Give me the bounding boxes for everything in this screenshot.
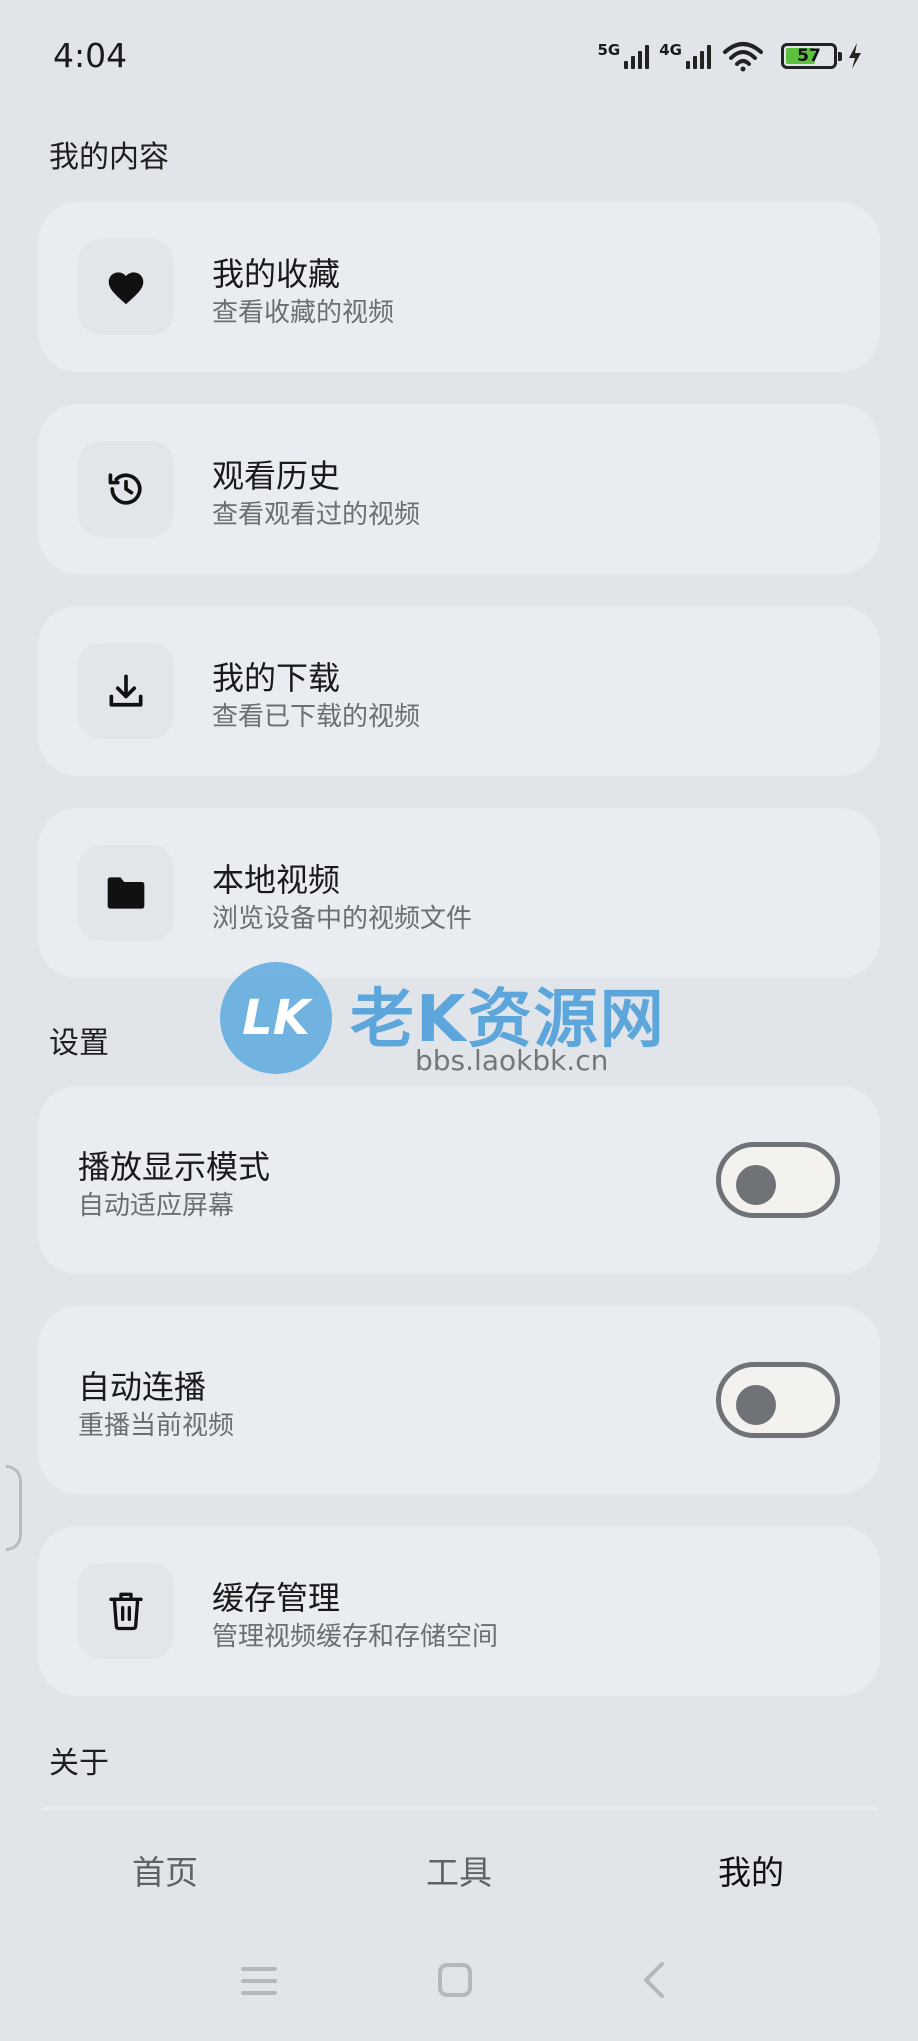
signal-bars-icon xyxy=(686,43,711,69)
display-mode-toggle[interactable] xyxy=(716,1142,840,1218)
autoplay-title: 自动连播 xyxy=(78,1368,207,1406)
autoplay-subtitle: 重播当前视频 xyxy=(78,1411,235,1441)
signal-5g: 5G xyxy=(598,43,650,69)
toggle-knob xyxy=(736,1385,776,1425)
favorites-icon-box xyxy=(78,239,174,335)
display-mode-title: 播放显示模式 xyxy=(78,1148,271,1186)
cache-title: 缓存管理 xyxy=(212,1579,341,1617)
system-nav-bar xyxy=(0,1930,918,2041)
profile-page: 4:04 5G 4G 57 我的内容 我的收藏 查看收藏的视频 观看历史 查看观… xyxy=(0,0,918,2041)
history-card[interactable]: 观看历史 查看观看过的视频 xyxy=(38,404,880,574)
display-mode-card: 播放显示模式 自动适应屏幕 xyxy=(38,1086,880,1274)
signal-bars-icon xyxy=(624,43,650,69)
charging-icon xyxy=(849,43,861,69)
downloads-card[interactable]: 我的下载 查看已下载的视频 xyxy=(38,606,880,776)
nav-tools[interactable]: 工具 xyxy=(306,1810,612,1930)
bottom-nav: 首页 工具 我的 xyxy=(0,1810,918,1930)
local-videos-icon-box xyxy=(78,845,174,941)
battery-icon: 57 xyxy=(781,43,842,69)
autoplay-card: 自动连播 重播当前视频 xyxy=(38,1306,880,1494)
cache-subtitle: 管理视频缓存和存储空间 xyxy=(212,1622,499,1652)
edge-gesture-handle[interactable] xyxy=(6,1465,22,1551)
cache-icon-box xyxy=(78,1563,174,1659)
status-bar: 4:04 5G 4G 57 xyxy=(0,0,918,110)
local-videos-card[interactable]: 本地视频 浏览设备中的视频文件 xyxy=(38,808,880,978)
nav-home[interactable]: 首页 xyxy=(12,1810,318,1930)
watermark-logo: LK xyxy=(220,962,332,1074)
history-icon-box xyxy=(78,441,174,537)
downloads-subtitle: 查看已下载的视频 xyxy=(212,702,421,732)
battery-level: 57 xyxy=(797,46,821,66)
wifi-icon xyxy=(723,42,763,72)
network-label-5g: 5G xyxy=(597,41,621,59)
favorites-title: 我的收藏 xyxy=(212,255,341,293)
download-icon xyxy=(109,674,143,707)
autoplay-toggle[interactable] xyxy=(716,1362,840,1438)
downloads-icon-box xyxy=(78,643,174,739)
folder-icon xyxy=(107,877,145,909)
menu-icon[interactable] xyxy=(240,1960,278,2002)
home-square-icon[interactable] xyxy=(436,1960,474,2002)
favorites-subtitle: 查看收藏的视频 xyxy=(212,298,395,328)
section-title-about: 关于 xyxy=(49,1746,109,1781)
back-icon[interactable] xyxy=(636,1960,674,2002)
toggle-knob xyxy=(736,1165,776,1205)
network-label-4g: 4G xyxy=(659,41,682,59)
watermark-title: 老K资源网 xyxy=(350,983,666,1057)
local-videos-title: 本地视频 xyxy=(212,861,341,899)
signal-4g: 4G xyxy=(659,43,711,69)
favorites-card[interactable]: 我的收藏 查看收藏的视频 xyxy=(38,202,880,372)
heart-icon xyxy=(108,272,144,305)
watermark-url: bbs.laokbk.cn xyxy=(415,1044,609,1077)
history-subtitle: 查看观看过的视频 xyxy=(212,500,421,530)
history-title: 观看历史 xyxy=(212,457,341,495)
trash-icon xyxy=(109,1592,143,1631)
section-title-my-content: 我的内容 xyxy=(49,140,169,175)
status-icons: 5G 4G 57 xyxy=(598,36,864,76)
display-mode-subtitle: 自动适应屏幕 xyxy=(78,1191,235,1221)
downloads-title: 我的下载 xyxy=(212,659,341,697)
history-icon xyxy=(108,473,142,505)
local-videos-subtitle: 浏览设备中的视频文件 xyxy=(212,904,473,934)
section-title-settings: 设置 xyxy=(49,1026,109,1061)
nav-mine[interactable]: 我的 xyxy=(598,1810,904,1930)
cache-card[interactable]: 缓存管理 管理视频缓存和存储空间 xyxy=(38,1526,880,1696)
status-time: 4:04 xyxy=(53,36,128,75)
